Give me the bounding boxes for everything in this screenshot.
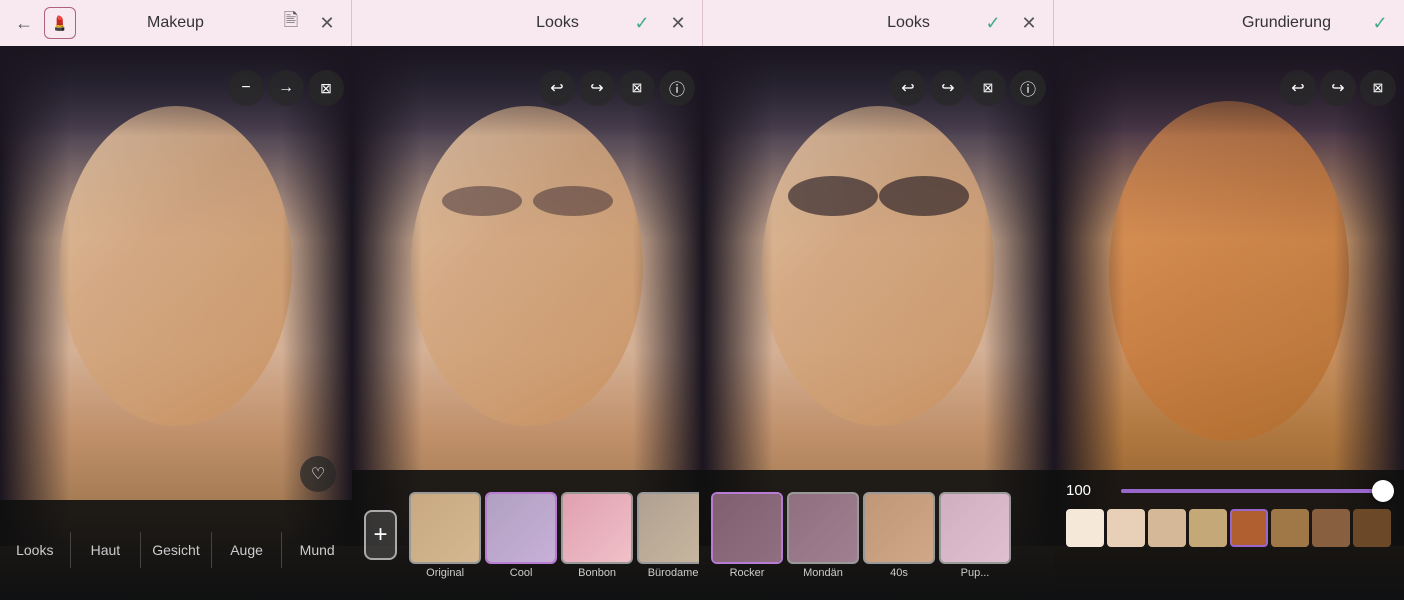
- section4-check-button[interactable]: ✓: [1364, 7, 1396, 39]
- section2-check-button[interactable]: ✓: [626, 7, 658, 39]
- panel3-info-icon[interactable]: ⓘ: [1010, 70, 1046, 106]
- section1-close-button[interactable]: ✕: [311, 7, 343, 39]
- section4-title: Grundierung: [1213, 14, 1360, 32]
- save-button[interactable]: 🖹: [275, 7, 307, 39]
- back-button[interactable]: ←: [8, 7, 40, 39]
- section2-title: Looks: [493, 14, 622, 32]
- swatch-8[interactable]: [1353, 509, 1391, 547]
- makeup-icon: 💄: [51, 15, 68, 32]
- foundation-swatches: [1066, 509, 1392, 547]
- panel4-undo-icon[interactable]: ↩: [1280, 70, 1316, 106]
- close-icon-1: ✕: [319, 13, 334, 34]
- looks-scroll-2: Rocker Mondän 40s: [707, 488, 1015, 583]
- panel-3: ↩ ↪ ⊠ ⓘ Rocker Mondän: [703, 46, 1054, 600]
- plus-icon: +: [374, 521, 388, 549]
- panel3-crop-icon[interactable]: ⊠: [970, 70, 1006, 106]
- section3-close-button[interactable]: ✕: [1013, 7, 1045, 39]
- panel2-crop-icon[interactable]: ⊠: [619, 70, 655, 106]
- look-pup[interactable]: Pup...: [939, 492, 1011, 579]
- section3-check-button[interactable]: ✓: [977, 7, 1009, 39]
- slider-value: 100: [1066, 482, 1111, 499]
- check-icon-4: ✓: [1372, 13, 1387, 34]
- look-mondan[interactable]: Mondän: [787, 492, 859, 579]
- panel-4: ↩ ↪ ⊠ 100: [1054, 46, 1404, 600]
- swatch-2[interactable]: [1107, 509, 1145, 547]
- panel4-crop-icon[interactable]: ⊠: [1360, 70, 1396, 106]
- heart-button[interactable]: ♡: [300, 456, 336, 492]
- looks-scroll: Original Cool Bonbon: [405, 488, 699, 583]
- swatch-7[interactable]: [1312, 509, 1350, 547]
- swatch-3[interactable]: [1148, 509, 1186, 547]
- panel2-redo-icon[interactable]: ↪: [579, 70, 615, 106]
- add-look-button[interactable]: +: [364, 510, 397, 560]
- panel1-redo-icon[interactable]: →: [268, 70, 304, 106]
- tab-auge[interactable]: Auge: [212, 532, 283, 568]
- back-icon: ←: [15, 13, 33, 34]
- panel1-crop-icon[interactable]: ⊠: [308, 70, 344, 106]
- check-icon-3: ✓: [985, 13, 1000, 34]
- tab-mund[interactable]: Mund: [282, 532, 352, 568]
- swatch-6[interactable]: [1271, 509, 1309, 547]
- look-original[interactable]: Original: [409, 492, 481, 579]
- section1-title: Makeup: [80, 14, 271, 32]
- check-icon-2: ✓: [634, 13, 649, 34]
- heart-icon: ♡: [311, 464, 325, 484]
- makeup-icon-button[interactable]: 💄: [44, 7, 76, 39]
- panel-2: ↩ ↪ ⊠ ⓘ + Original: [352, 46, 703, 600]
- look-rocker[interactable]: Rocker: [711, 492, 783, 579]
- save-icon: 🖹: [284, 8, 298, 38]
- panel1-undo-icon[interactable]: −: [228, 70, 264, 106]
- panel3-undo-icon[interactable]: ↩: [890, 70, 926, 106]
- look-burodame[interactable]: Bürodame: [637, 492, 699, 579]
- panel-1: − → ⊠ ♡ Looks Haut Gesicht Auge Mund: [0, 46, 352, 600]
- panel4-redo-icon[interactable]: ↪: [1320, 70, 1356, 106]
- panel3-redo-icon[interactable]: ↪: [930, 70, 966, 106]
- panel2-undo-icon[interactable]: ↩: [539, 70, 575, 106]
- close-icon-3: ✕: [1021, 13, 1036, 34]
- look-40s[interactable]: 40s: [863, 492, 935, 579]
- close-icon-2: ✕: [670, 13, 685, 34]
- section3-title: Looks: [844, 14, 973, 32]
- tab-haut[interactable]: Haut: [71, 532, 142, 568]
- opacity-slider[interactable]: [1121, 489, 1392, 493]
- section2-close-button[interactable]: ✕: [662, 7, 694, 39]
- swatch-1[interactable]: [1066, 509, 1104, 547]
- look-bonbon[interactable]: Bonbon: [561, 492, 633, 579]
- swatch-4[interactable]: [1189, 509, 1227, 547]
- tab-looks[interactable]: Looks: [0, 532, 71, 568]
- swatch-5[interactable]: [1230, 509, 1268, 547]
- panel2-info-icon[interactable]: ⓘ: [659, 70, 695, 106]
- look-cool[interactable]: Cool: [485, 492, 557, 579]
- tab-gesicht[interactable]: Gesicht: [141, 532, 212, 568]
